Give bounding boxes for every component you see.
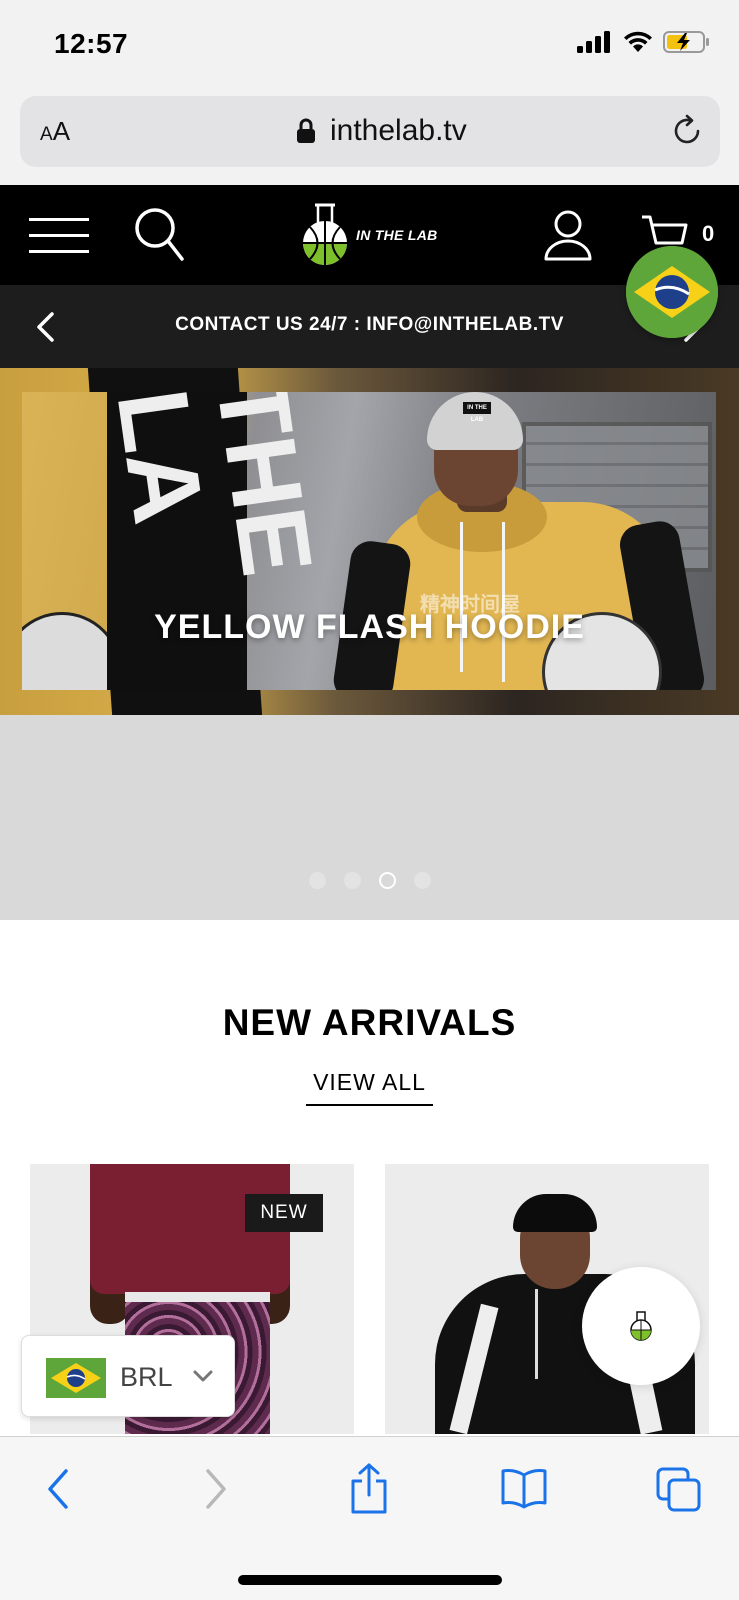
slider-dots — [0, 872, 739, 889]
hero-title[interactable]: YELLOW FLASH HOODIE — [0, 608, 739, 647]
forward-icon[interactable] — [202, 1467, 230, 1511]
search-icon[interactable] — [134, 207, 186, 263]
text-size-button[interactable]: AA — [40, 116, 70, 147]
bookmarks-icon[interactable] — [500, 1467, 548, 1509]
status-icons — [577, 30, 711, 54]
back-icon[interactable] — [44, 1467, 72, 1511]
product-image — [513, 1194, 597, 1232]
section-title: NEW ARRIVALS — [222, 1002, 517, 1043]
slider-dot[interactable] — [308, 872, 326, 889]
logo-text: IN THE LAB — [356, 227, 438, 243]
slider-area — [0, 715, 739, 920]
chevron-down-icon — [193, 1370, 213, 1382]
brazil-flag-icon — [46, 1358, 106, 1398]
beanie-tag: IN THE LAB — [463, 402, 491, 423]
country-flag-button[interactable] — [626, 246, 718, 338]
status-bar: 12:57 — [0, 0, 739, 88]
currency-selector[interactable]: BRL — [21, 1335, 235, 1417]
status-time: 12:57 — [54, 28, 129, 59]
site-header: IN THE LAB 0 — [0, 185, 739, 285]
tabs-icon[interactable] — [656, 1467, 702, 1513]
user-icon[interactable] — [543, 209, 593, 263]
home-indicator — [238, 1575, 502, 1585]
slider-dot-active[interactable] — [378, 872, 396, 889]
battery-icon — [663, 31, 709, 53]
new-badge: NEW — [245, 1194, 323, 1232]
url-text[interactable]: inthelab.tv — [330, 114, 467, 148]
address-bar[interactable]: AA inthelab.tv — [20, 96, 720, 167]
view-all-link[interactable]: VIEW ALL — [306, 1069, 433, 1106]
signal-icon — [577, 31, 610, 53]
product-image — [535, 1289, 538, 1379]
slider-dot[interactable] — [413, 872, 431, 889]
chat-button[interactable] — [582, 1267, 700, 1385]
wifi-icon — [624, 31, 652, 52]
product-image — [125, 1292, 270, 1302]
flask-logo-icon — [630, 1311, 652, 1341]
cart-count[interactable]: 0 — [702, 221, 714, 247]
brazil-flag-icon — [626, 246, 718, 338]
flask-logo-icon — [303, 203, 347, 265]
hero-banner[interactable]: THE LA IN THE LAB 精神时间屋 YELLOW FLASH HOO… — [0, 368, 739, 715]
site-logo[interactable]: IN THE LAB — [300, 203, 438, 267]
lock-icon — [297, 118, 315, 143]
reload-icon[interactable] — [670, 114, 704, 148]
slider-dot[interactable] — [343, 872, 361, 889]
contact-text: CONTACT US 24/7 : INFO@INTHELAB.TV — [175, 314, 564, 335]
browser-toolbar — [0, 1436, 739, 1600]
browser-address-area: AA inthelab.tv — [0, 88, 739, 185]
hamburger-icon[interactable] — [29, 218, 89, 254]
currency-code: BRL — [120, 1362, 173, 1392]
share-icon[interactable] — [349, 1463, 389, 1515]
